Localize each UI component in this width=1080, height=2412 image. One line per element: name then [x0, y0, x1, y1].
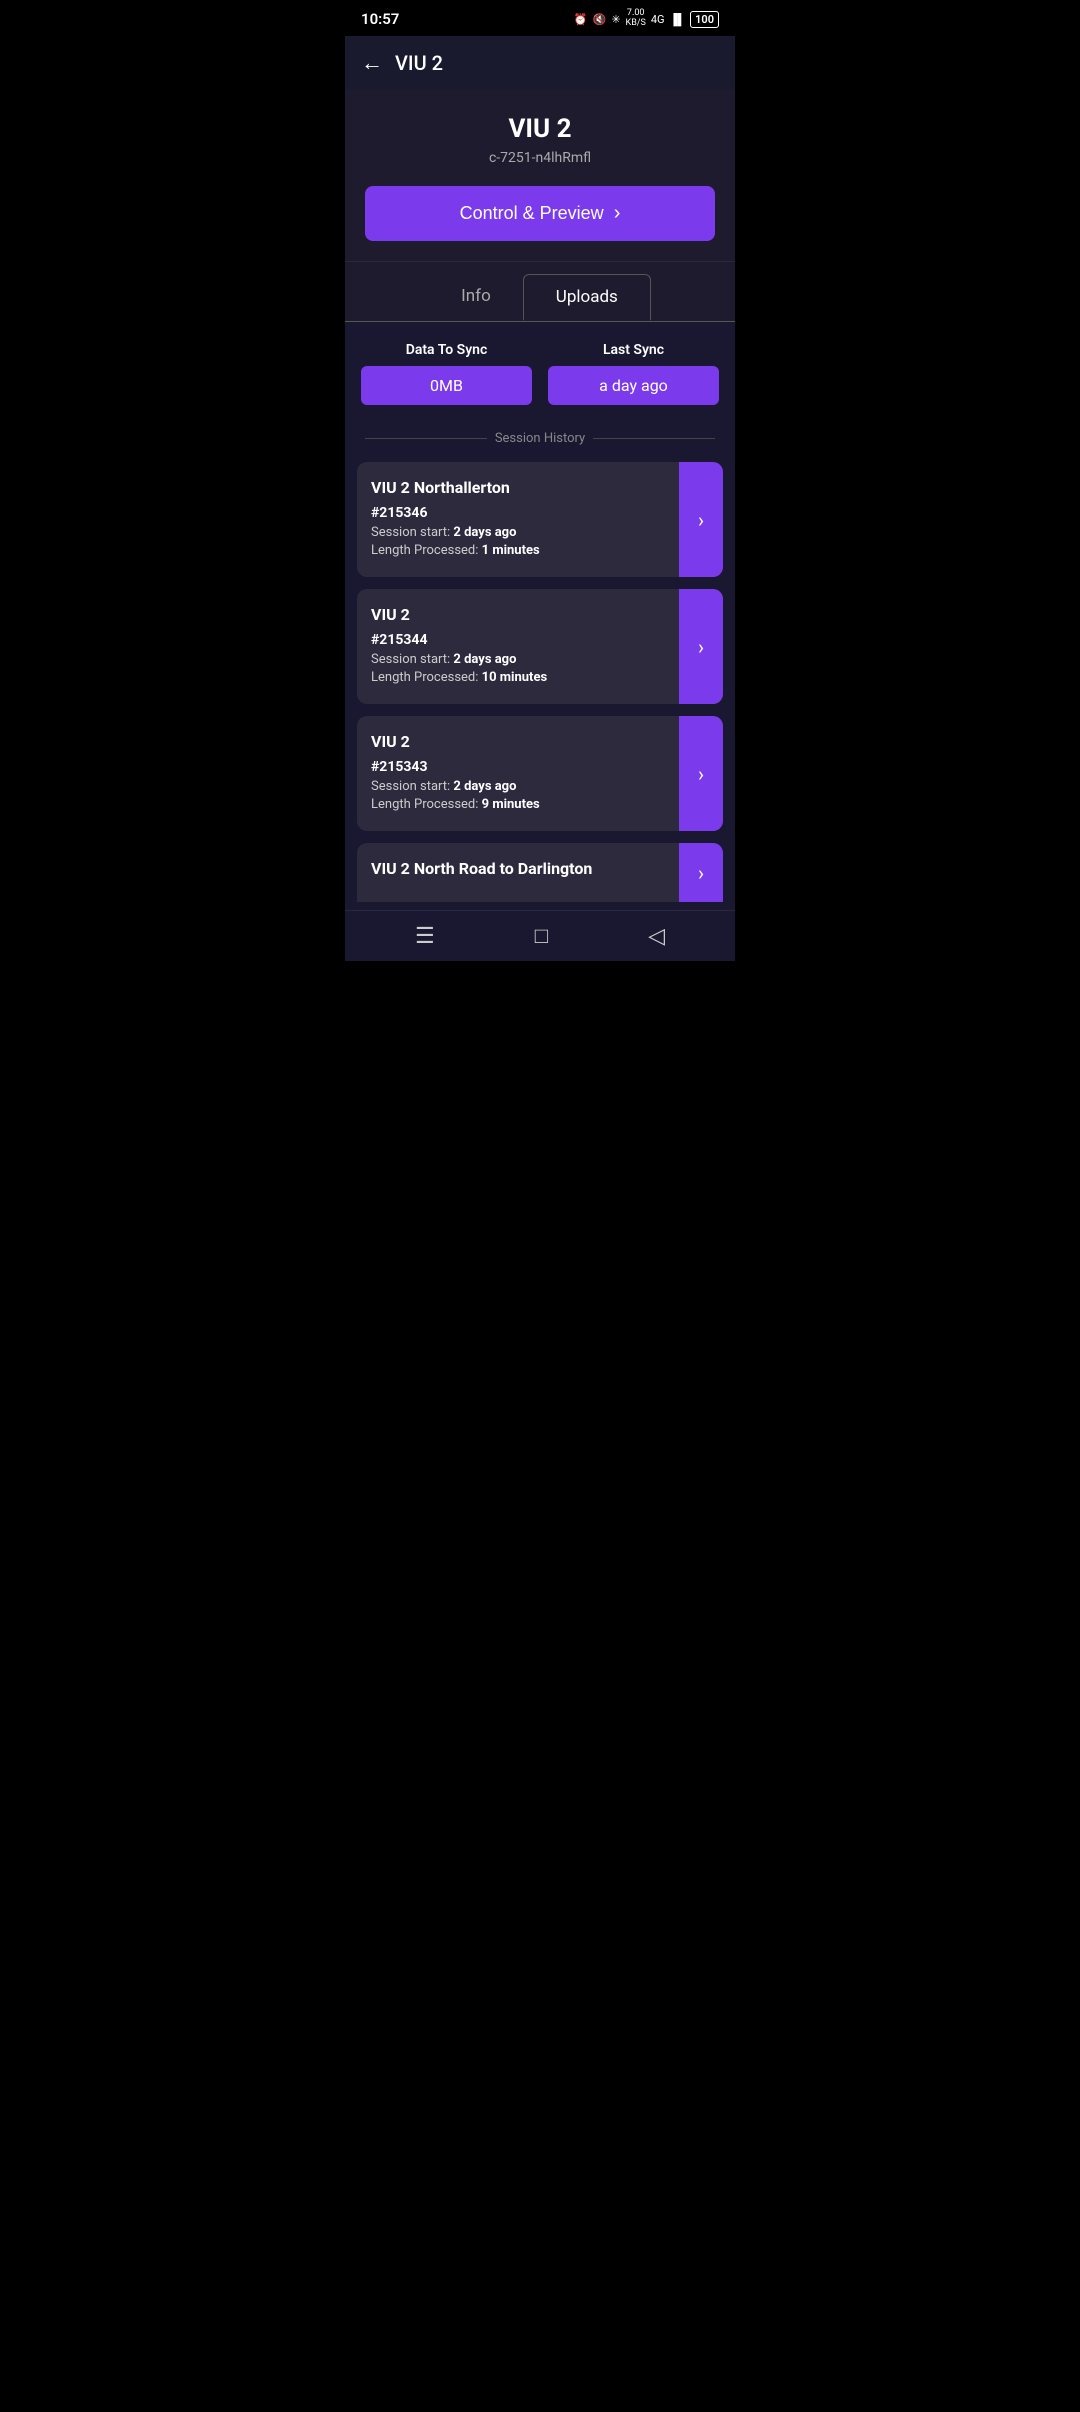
session-arrow: › [679, 843, 723, 902]
control-preview-button[interactable]: Control & Preview › [365, 186, 715, 241]
app-bar-title: VIU 2 [395, 51, 443, 75]
tabs-section: Info Uploads [345, 261, 735, 322]
control-preview-arrow: › [614, 202, 621, 225]
session-name: VIU 2 North Road to Darlington [371, 859, 665, 878]
signal-icon: ▐▌ [670, 13, 686, 26]
nav-menu-icon[interactable]: ☰ [415, 924, 435, 949]
app-bar: ← VIU 2 [345, 36, 735, 90]
session-history-label: Session History [495, 431, 585, 446]
alarm-icon: ⏰ [574, 13, 588, 26]
session-card-content: VIU 2 North Road to Darlington [357, 843, 679, 902]
data-speed: 7.00KB/S [626, 9, 646, 29]
session-card-partial[interactable]: VIU 2 North Road to Darlington › [357, 843, 723, 902]
session-length: Length Processed: 9 minutes [371, 797, 665, 812]
session-length: Length Processed: 1 minutes [371, 543, 665, 558]
header-section: VIU 2 c-7251-n4lhRmfl Control & Preview … [345, 90, 735, 261]
sync-info: Data To Sync 0MB Last Sync a day ago [345, 322, 735, 415]
session-start: Session start: 2 days ago [371, 525, 665, 540]
last-sync-label: Last Sync [548, 342, 719, 358]
session-id: #215344 [371, 632, 665, 648]
nav-bar: ☰ □ ◁ [345, 910, 735, 961]
device-id: c-7251-n4lhRmfl [365, 150, 715, 166]
status-time: 10:57 [361, 10, 399, 28]
divider-line-left [365, 438, 487, 439]
session-arrow: › [679, 589, 723, 704]
nav-back-icon[interactable]: ◁ [648, 924, 665, 949]
session-card-content: VIU 2 #215344 Session start: 2 days ago … [357, 589, 679, 704]
tabs-container: Info Uploads [345, 274, 735, 321]
session-arrow: › [679, 462, 723, 577]
session-card[interactable]: VIU 2 Northallerton #215346 Session star… [357, 462, 723, 577]
battery-indicator: 100 [690, 11, 719, 28]
status-icons: ⏰ 🔇 ✳ 7.00KB/S 4G ▐▌ 100 [574, 9, 719, 29]
data-to-sync-label: Data To Sync [361, 342, 532, 358]
last-sync-value: a day ago [548, 366, 719, 405]
session-card[interactable]: VIU 2 #215344 Session start: 2 days ago … [357, 589, 723, 704]
data-to-sync-value: 0MB [361, 366, 532, 405]
control-preview-label: Control & Preview [460, 203, 604, 224]
session-arrow: › [679, 716, 723, 831]
session-card-content: VIU 2 Northallerton #215346 Session star… [357, 462, 679, 577]
tab-uploads[interactable]: Uploads [523, 274, 651, 321]
back-button[interactable]: ← [361, 50, 383, 76]
session-start: Session start: 2 days ago [371, 779, 665, 794]
sessions-list: VIU 2 Northallerton #215346 Session star… [345, 454, 735, 910]
session-card[interactable]: VIU 2 #215343 Session start: 2 days ago … [357, 716, 723, 831]
session-id: #215346 [371, 505, 665, 521]
session-name: VIU 2 [371, 605, 665, 624]
session-name: VIU 2 Northallerton [371, 478, 665, 497]
session-history-divider: Session History [345, 415, 735, 454]
session-id: #215343 [371, 759, 665, 775]
content-area: Data To Sync 0MB Last Sync a day ago Ses… [345, 322, 735, 910]
session-start: Session start: 2 days ago [371, 652, 665, 667]
data-to-sync-col: Data To Sync 0MB [361, 342, 532, 405]
nav-home-icon[interactable]: □ [535, 923, 548, 949]
network-icon: 4G [651, 13, 665, 26]
mute-icon: 🔇 [593, 13, 607, 26]
divider-line-right [593, 438, 715, 439]
session-card-content: VIU 2 #215343 Session start: 2 days ago … [357, 716, 679, 831]
session-name: VIU 2 [371, 732, 665, 751]
bluetooth-icon: ✳ [611, 13, 620, 26]
last-sync-col: Last Sync a day ago [548, 342, 719, 405]
tab-info[interactable]: Info [429, 274, 523, 321]
device-title: VIU 2 [365, 114, 715, 144]
session-length: Length Processed: 10 minutes [371, 670, 665, 685]
status-bar: 10:57 ⏰ 🔇 ✳ 7.00KB/S 4G ▐▌ 100 [345, 0, 735, 36]
